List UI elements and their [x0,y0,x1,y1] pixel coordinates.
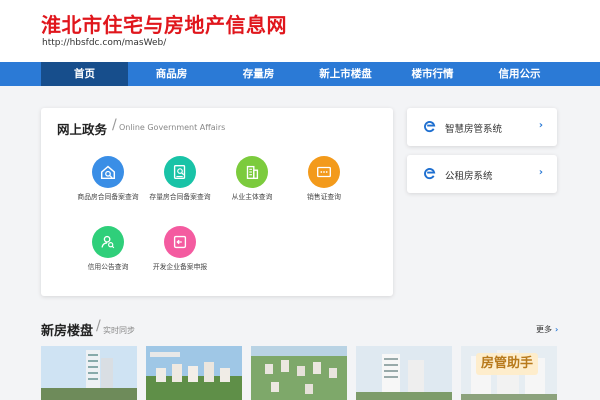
service-credit[interactable]: 信用公告查询 [68,226,148,272]
service-resale-contract[interactable]: 存量房合同备案查询 [140,156,220,202]
side-link-smart-housing[interactable]: 智慧房管系统 › [407,108,557,146]
service-label: 从业主体查询 [231,193,273,201]
chevron-right-icon: › [538,167,543,178]
property-photo[interactable] [41,346,137,400]
nav-item-credit[interactable]: 信用公示 [476,62,563,86]
service-label: 存量房合同备案查询 [149,193,211,201]
certificate-icon [308,156,340,188]
side-link-label: 公租房系统 [445,171,493,182]
title-divider: / [96,318,101,334]
watermark-badge: 房管助手 [476,353,539,375]
service-practitioner[interactable]: 从业主体查询 [212,156,292,202]
more-link[interactable]: 更多 › [536,324,558,335]
new-houses-title: 新房楼盘 [41,324,94,339]
nav-item-home[interactable]: 首页 [41,62,128,86]
person-search-icon [92,226,124,258]
service-developer-filing[interactable]: 开发企业备案申报 [140,226,220,272]
new-houses-subtitle: 实时同步 [103,326,135,335]
title-divider: / [112,117,117,133]
main-nav: 首页 商品房 存量房 新上市楼盘 楼市行情 信用公示 [0,62,600,86]
property-photo[interactable] [146,346,242,400]
property-photo[interactable] [356,346,452,400]
site-url: http://hbsfdc.com/masWeb/ [42,38,167,48]
login-icon [164,226,196,258]
document-search-icon [164,156,196,188]
nav-item-resale[interactable]: 存量房 [215,62,302,86]
service-sales-permit[interactable]: 销售证查询 [284,156,364,202]
chevron-right-icon: › [555,325,559,334]
chevron-right-icon: › [538,120,543,131]
site-title[interactable]: 淮北市住宅与房地产信息网 [41,9,287,38]
nav-item-new-listings[interactable]: 新上市楼盘 [302,62,389,86]
e-logo-icon [424,121,436,133]
gov-services-panel: 网上政务 / Online Government Affairs 商品房合同备案… [41,108,393,296]
building-icon [236,156,268,188]
nav-item-market[interactable]: 楼市行情 [389,62,476,86]
service-label: 商品房合同备案查询 [77,193,139,201]
gov-subtitle: Online Government Affairs [119,123,226,132]
service-label: 销售证查询 [307,193,341,201]
header: 淮北市住宅与房地产信息网 http://hbsfdc.com/masWeb/ [0,0,600,62]
service-house-contract[interactable]: 商品房合同备案查询 [68,156,148,202]
gov-title: 网上政务 [57,122,108,137]
service-label: 信用公告查询 [87,263,129,271]
service-label: 开发企业备案申报 [152,263,208,271]
nav-item-new-homes[interactable]: 商品房 [128,62,215,86]
house-search-icon [92,156,124,188]
more-label: 更多 [536,325,552,334]
property-photo[interactable] [251,346,347,400]
side-link-public-rental[interactable]: 公租房系统 › [407,155,557,193]
e-logo-icon [424,168,436,180]
side-link-label: 智慧房管系统 [445,124,503,135]
watermark-text: 房管助手 [481,356,534,371]
